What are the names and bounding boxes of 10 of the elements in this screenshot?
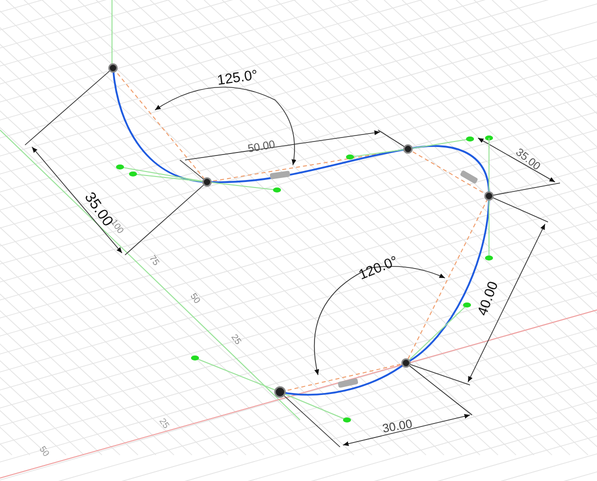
dimension-label[interactable]: 40.00	[474, 279, 501, 318]
dimension-label[interactable]: 50.00	[246, 138, 276, 156]
x-axis-label: 25	[158, 416, 172, 430]
y-axis-label: 50	[188, 291, 202, 306]
y-axis-label: 75	[148, 253, 162, 268]
x-axis-label: 50	[38, 444, 52, 458]
dimension-label[interactable]: 125.0°	[216, 66, 259, 88]
dimension-label[interactable]: 30.00	[381, 416, 414, 436]
dimension-label[interactable]: 120.0°	[356, 252, 400, 282]
y-axis-label: 25	[230, 332, 244, 346]
